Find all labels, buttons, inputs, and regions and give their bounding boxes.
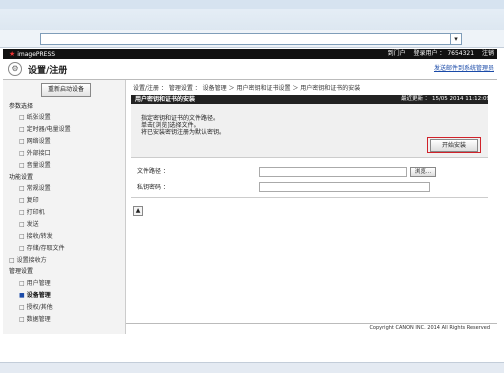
sidebar-item-volume[interactable]: 音量设置 (19, 160, 51, 169)
file-path-label: 文件路径 ： (137, 168, 169, 175)
sidebar-item-destination[interactable]: 设置接收方 (9, 255, 47, 264)
browse-button[interactable]: 浏览... (410, 167, 436, 177)
private-key-password-input[interactable] (259, 182, 430, 192)
back-to-top-icon[interactable]: ▲ (133, 206, 143, 216)
start-install-button[interactable]: 开始安装 (430, 139, 478, 152)
file-path-input[interactable] (259, 167, 407, 177)
footer-divider (126, 323, 497, 324)
reboot-device-button[interactable]: 重新启动设备 (41, 83, 91, 97)
sidebar-item-copy[interactable]: 复印 (19, 195, 39, 204)
address-input[interactable] (40, 33, 460, 45)
logout-link[interactable]: 注销 (482, 50, 494, 57)
sidebar-item-data-management[interactable]: 数据管理 (19, 314, 51, 323)
page-title: 设置/注册 (28, 66, 68, 76)
private-key-label: 私钥密码 ： (137, 184, 169, 191)
sidebar-item-printer[interactable]: 打印机 (19, 207, 45, 216)
sidebar-item-timer-power[interactable]: 定时器/电量设置 (19, 124, 71, 133)
sidebar-item-paper-settings[interactable]: 纸张设置 (19, 112, 51, 121)
sidebar-section-function-settings: 功能设置 (9, 174, 34, 181)
breadcrumb: 设置/注册 ： 管理设置 ： 设备管理 ＞ 用户密钥和证书设置 ＞ 用户密钥和证… (133, 85, 361, 92)
instruction-line: 将已安装密钥注册为默认密钥。 (141, 129, 226, 136)
sidebar-item-device-management[interactable]: 设备管理 (19, 290, 51, 299)
sidebar-item-user-management[interactable]: 用户管理 (19, 278, 51, 287)
login-user-text: 登录用户 ： 7654321 (413, 50, 475, 57)
sidebar-item-send[interactable]: 发送 (19, 219, 39, 228)
sidebar-item-external-interface[interactable]: 外部接口 (19, 148, 51, 157)
logo-star-icon: ★ (9, 50, 16, 58)
top-links: 到门户 登录用户 ： 7654321 注销 (382, 49, 494, 59)
sidebar-item-store-access[interactable]: 存储/存取文件 (19, 243, 65, 252)
panel-title: 用户密钥和证书的安装 (135, 96, 196, 103)
sidebar-item-license-other[interactable]: 授权/其他 (19, 302, 53, 311)
last-update: 最近更新 ： 15/05 2014 11:12:09 (400, 96, 490, 102)
portal-link[interactable]: 到门户 (388, 50, 406, 57)
title-row (3, 59, 497, 80)
copyright: Copyright CANON INC. 2014 All Rights Res… (369, 325, 490, 331)
sidebar-section-preferences: 参数选择 (9, 103, 34, 110)
sidebar-item-common[interactable]: 常规设置 (19, 183, 51, 192)
sidebar-item-network[interactable]: 网络设置 (19, 136, 51, 145)
gear-icon: ⚙ (8, 62, 22, 76)
sidebar-item-receive-forward[interactable]: 接收/转发 (19, 231, 53, 240)
logo-text: imagePRESS (17, 51, 56, 58)
email-admin-link[interactable]: 发送邮件到系统管理员 (434, 63, 494, 72)
chevron-down-icon[interactable]: ▾ (450, 33, 462, 45)
title-bar (0, 0, 504, 9)
sidebar-section-management: 管理设置 (9, 268, 34, 275)
browser-status-bar (0, 362, 504, 373)
divider (131, 197, 488, 198)
